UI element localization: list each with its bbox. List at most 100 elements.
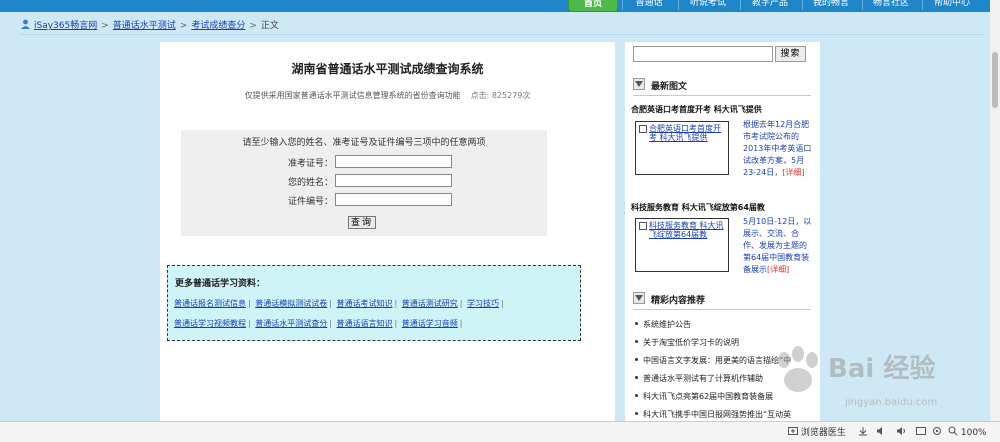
counter-value: 825279次: [491, 91, 531, 100]
resource-link[interactable]: 普通话水平测试查分: [255, 319, 327, 328]
recommend-item[interactable]: 中国语言文字发展：用更美的语言描绘“中: [635, 355, 813, 366]
latest-section-heading: 最新图文: [633, 78, 687, 92]
subtitle-text: 仅提供采用国家普通话水平测试信息管理系统的省份查询功能: [244, 91, 461, 100]
link-divider: |: [501, 299, 504, 308]
nav-item-listening-exam[interactable]: 听说考试: [678, 0, 737, 10]
query-button[interactable]: 查询: [348, 216, 376, 229]
browser-doctor[interactable]: 浏览器医生: [788, 426, 846, 438]
breadcrumb-link-test[interactable]: 普通话水平测试: [113, 21, 176, 31]
section-divider: [633, 309, 811, 310]
link-divider: |: [394, 299, 398, 308]
more-link[interactable]: [详细]: [782, 168, 804, 177]
nav-item-help-center[interactable]: 帮助中心: [922, 0, 981, 10]
bullet: [635, 340, 638, 343]
recommend-item[interactable]: 普通话水平测试有了计算机作辅助: [635, 373, 813, 384]
resource-link[interactable]: 学习技巧: [467, 299, 499, 308]
nav-item-putonghua[interactable]: 普通话: [622, 0, 675, 10]
top-nav-bar: 首页 普通话 听说考试 教学产品 我的畅言 畅言社区 帮助中心: [0, 0, 990, 12]
main-content: 湖南省普通话水平测试成绩查询系统 仅提供采用国家普通话水平测试信息管理系统的省份…: [160, 42, 615, 441]
bullet: [635, 394, 638, 397]
link-divider: |: [329, 299, 332, 308]
zoom-control[interactable]: 100%: [948, 426, 987, 438]
resource-link[interactable]: 普通话学习音频: [402, 319, 458, 328]
recommend-item[interactable]: 系统维护公告: [635, 319, 813, 330]
settings-icon[interactable]: [932, 426, 942, 438]
user-icon: [21, 19, 30, 29]
link-divider: |: [459, 319, 463, 328]
recommend-item[interactable]: 关于淘宝低价学习卡的说明: [635, 337, 813, 348]
bullet: [635, 376, 638, 379]
browser-status-bar: 浏览器医生 100%: [0, 421, 1000, 442]
zoom-level[interactable]: 100%: [961, 428, 987, 438]
recommend-item-text[interactable]: 科大讯飞携手中国日报网强势推出“互动英: [643, 410, 791, 419]
resource-link[interactable]: 普通话语言知识: [337, 319, 393, 328]
breadcrumb-link-score[interactable]: 考试成绩查分: [191, 21, 245, 31]
resource-link[interactable]: 普通话考试知识: [337, 299, 393, 308]
breadcrumb-home-link[interactable]: iSay365畅言网: [34, 21, 97, 31]
recommend-heading-text: 精彩内容推荐: [651, 296, 706, 306]
news-summary[interactable]: 根据去年12月合肥市考试院公布的2013年中考英语口试改革方案，5月23-24日…: [743, 119, 813, 179]
sound-icon[interactable]: [896, 426, 907, 438]
scrollbar-thumb[interactable]: [992, 52, 998, 108]
link-divider: |: [394, 319, 398, 328]
link-divider: |: [248, 299, 251, 308]
window-icon[interactable]: [916, 426, 926, 438]
resource-link[interactable]: 普通话测试研究: [402, 299, 458, 308]
id-number-label: 证件编号：: [287, 197, 333, 207]
sidebar: 搜索 最新图文 合肥英语口考首度开考 科大讯飞提供 合肥英语口考首度开考 科大讯…: [625, 42, 820, 441]
name-row: 您的姓名：: [181, 174, 547, 188]
mute-icon[interactable]: [876, 426, 886, 438]
browser-doctor-label[interactable]: 浏览器医生: [801, 428, 846, 438]
page-subtitle: 仅提供采用国家普通话水平测试信息管理系统的省份查询功能 点击: 825279次: [160, 90, 615, 101]
id-number-input[interactable]: [335, 193, 452, 206]
resource-link[interactable]: 普通话报名测试信息: [174, 299, 246, 308]
link-divider: |: [329, 319, 332, 328]
breadcrumb-separator: >: [179, 21, 188, 31]
recommend-item-text[interactable]: 关于淘宝低价学习卡的说明: [643, 338, 739, 347]
id-number-row: 证件编号：: [181, 193, 547, 207]
resources-box: 更多普通话学习资料： 普通话报名测试信息 | 普通话模拟测试试卷 | 普通话考试知识…: [167, 265, 581, 341]
news-thumb-link[interactable]: 科技服务教育 科大讯飞绽放第64届教: [649, 221, 725, 239]
search-input[interactable]: [633, 46, 773, 62]
name-input[interactable]: [335, 174, 452, 187]
news-title[interactable]: 科技服务教育 科大讯飞绽放第64届教: [631, 202, 765, 213]
exam-number-label: 准考证号：: [287, 159, 333, 169]
page-scrollbar[interactable]: [990, 0, 1000, 421]
chevron-down-icon[interactable]: [633, 292, 645, 304]
bullet: [635, 412, 638, 415]
search-button[interactable]: 搜索: [775, 46, 806, 62]
recommend-item-text[interactable]: 科大讯飞点亮第62届中国教育装备展: [643, 392, 773, 401]
news-thumbnail[interactable]: 科技服务教育 科大讯飞绽放第64届教: [635, 218, 729, 272]
news-thumbnail[interactable]: 合肥英语口考首度开考 科大讯飞提供: [635, 121, 729, 175]
exam-number-row: 准考证号：: [181, 155, 547, 169]
resource-link[interactable]: 普通话学习视频教程: [174, 319, 246, 328]
name-label: 您的姓名：: [287, 178, 333, 188]
news-title[interactable]: 合肥英语口考首度开考 科大讯飞提供: [631, 104, 762, 115]
watermark-url: jingyan.baidu.com: [845, 397, 938, 408]
chevron-down-icon[interactable]: [633, 78, 645, 90]
recommend-section-heading: 精彩内容推荐: [633, 292, 705, 306]
news-thumb-link[interactable]: 合肥英语口考首度开考 科大讯飞提供: [649, 124, 725, 142]
latest-heading-text: 最新图文: [651, 82, 688, 92]
download-icon[interactable]: [858, 426, 868, 438]
resources-row-2: 普通话学习视频教程 | 普通话水平测试查分 | 普通话语言知识 | 普通话学习音频 |: [174, 318, 464, 329]
nav-item-community[interactable]: 畅言社区: [862, 0, 919, 10]
nav-item-teaching-products[interactable]: 教学产品: [740, 0, 799, 10]
news-summary[interactable]: 5月10日-12日，以展示、交流、合作、发展为主题的第64届中国教育装备展示[详…: [743, 216, 813, 276]
nav-item-my-changyan[interactable]: 我的畅言: [802, 0, 859, 10]
breadcrumb-separator: >: [101, 21, 109, 31]
breadcrumb: iSay365畅言网 > 普通话水平测试 > 考试成绩查分 > 正文: [20, 19, 279, 33]
recommend-item[interactable]: 科大讯飞点亮第62届中国教育装备展: [635, 391, 813, 402]
resource-link[interactable]: 普通话模拟测试试卷: [255, 299, 327, 308]
nav-item-home[interactable]: 首页: [568, 0, 618, 12]
recommend-item-text[interactable]: 普通话水平测试有了计算机作辅助: [643, 374, 763, 383]
resources-row-1: 普通话报名测试信息 | 普通话模拟测试试卷 | 普通话考试知识 | 普通话测试研究 | …: [174, 298, 506, 309]
more-link[interactable]: [详细]: [767, 265, 789, 274]
counter-label: 点击:: [470, 91, 490, 100]
recommend-item[interactable]: 科大讯飞携手中国日报网强势推出“互动英: [635, 409, 813, 420]
recommend-item-text[interactable]: 中国语言文字发展：用更美的语言描绘“中: [643, 356, 791, 365]
exam-number-input[interactable]: [335, 155, 452, 168]
recommend-item-text[interactable]: 系统维护公告: [643, 320, 691, 329]
query-form: 请至少输入您的姓名、准考证号及证件编号三项中的任意两项 准考证号： 您的姓名： …: [181, 130, 547, 236]
broken-image-icon: [639, 222, 647, 230]
